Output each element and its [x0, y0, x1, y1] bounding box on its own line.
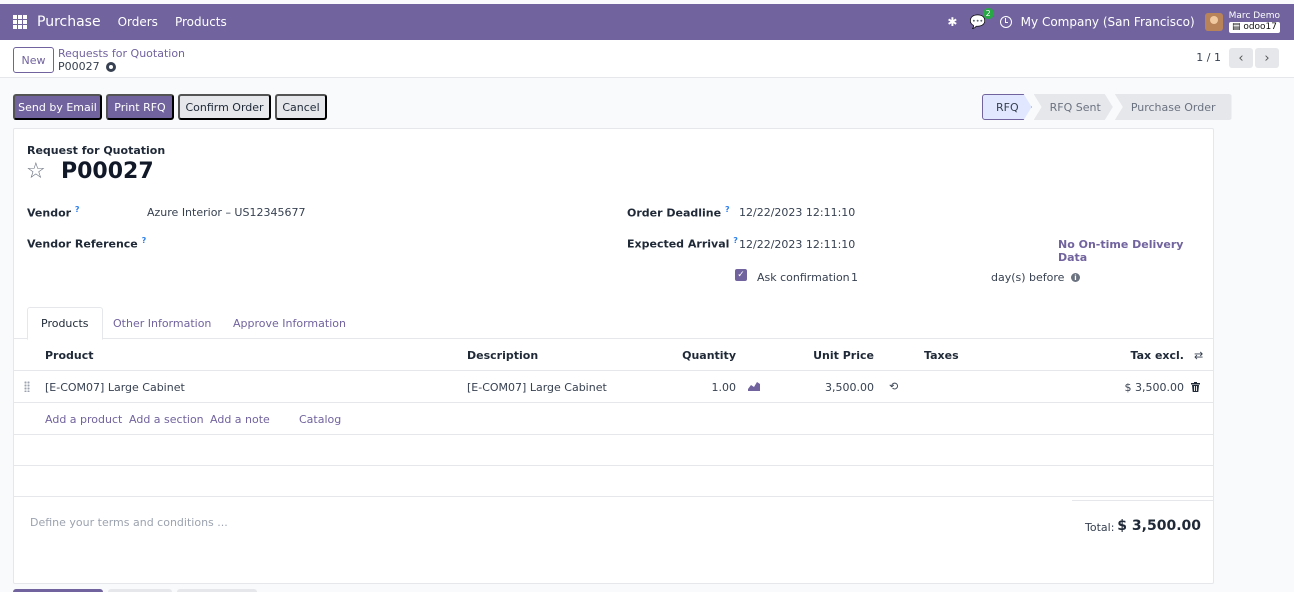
menu-orders[interactable]: Orders	[118, 15, 158, 29]
empty-row	[14, 435, 1213, 466]
row-subtotal: $ 3,500.00	[1124, 381, 1184, 394]
total-label: Total:	[1085, 521, 1115, 534]
chat-bubbles-icon[interactable]: 💬 2	[969, 7, 994, 30]
column-unit-price[interactable]: Unit Price	[804, 349, 874, 362]
row-unit-price[interactable]: 3,500.00	[804, 381, 874, 394]
tab-products[interactable]: Products	[27, 307, 103, 340]
form-sheet: Request for Quotation ☆ P00027 Vendor ? …	[13, 128, 1214, 584]
app-name[interactable]: Purchase	[37, 14, 101, 30]
debug-bug-icon[interactable]: ✱	[947, 15, 957, 29]
vendor-reference-label-text: Vendor Reference	[27, 237, 138, 251]
add-product-link[interactable]: Add a product	[45, 413, 122, 426]
ask-confirmation-checkbox[interactable]: ✓	[735, 269, 747, 281]
database-badge: ▤ odoo17	[1228, 22, 1280, 33]
vendor-field[interactable]: Azure Interior – US12345677	[147, 206, 305, 219]
tab-approve-information[interactable]: Approve Information	[220, 307, 359, 339]
catalog-link[interactable]: Catalog	[299, 413, 341, 426]
ask-confirmation-days-input[interactable]: 1	[851, 271, 858, 284]
help-tooltip-icon[interactable]: ?	[75, 205, 80, 214]
column-quantity[interactable]: Quantity	[674, 349, 736, 362]
add-section-link[interactable]: Add a section	[129, 413, 204, 426]
record-name: P00027	[58, 60, 100, 73]
row-product[interactable]: [E-COM07] Large Cabinet	[45, 381, 185, 394]
app-menu-grid-icon[interactable]	[13, 15, 27, 29]
action-bar: Send by Email Print RFQ Confirm Order Ca…	[0, 78, 1294, 128]
days-before-label: day(s) before	[991, 271, 1065, 284]
row-description[interactable]: [E-COM07] Large Cabinet	[467, 381, 607, 394]
send-by-email-button[interactable]: Send by Email	[13, 94, 102, 120]
drag-handle-icon[interactable]	[24, 381, 30, 392]
pager-value[interactable]: 1 / 1	[1196, 51, 1221, 64]
stage-purchase-order[interactable]: Purchase Order	[1114, 94, 1232, 120]
notebook-tabs: Products Other Information Approve Infor…	[14, 307, 1213, 340]
control-panel: New Requests for Quotation P00027 1 / 1 …	[0, 40, 1294, 78]
optional-columns-sliders-icon[interactable]: ⇄	[1194, 349, 1203, 362]
delete-trash-icon[interactable]	[1191, 382, 1200, 392]
on-time-delivery-link[interactable]: No On-time Delivery Data	[1058, 238, 1213, 264]
pager-previous-chevron-icon[interactable]: ‹	[1229, 48, 1253, 68]
breadcrumb-rfq[interactable]: Requests for Quotation	[58, 47, 185, 60]
expected-arrival-label-text: Expected Arrival	[627, 237, 730, 251]
total-value: $ 3,500.00	[1117, 518, 1201, 534]
priority-star-icon[interactable]: ☆	[26, 159, 46, 184]
forecast-chart-icon[interactable]	[748, 381, 760, 391]
help-tooltip-icon[interactable]: ?	[733, 236, 738, 245]
confirm-order-button[interactable]: Confirm Order	[178, 94, 271, 120]
stage-rfq-sent[interactable]: RFQ Sent	[1034, 94, 1113, 120]
column-tax-excl[interactable]: Tax excl.	[1104, 349, 1184, 362]
table-row[interactable]: [E-COM07] Large Cabinet [E-COM07] Large …	[14, 371, 1213, 403]
gear-icon[interactable]	[105, 61, 116, 72]
company-switcher[interactable]: My Company (San Francisco)	[1021, 15, 1195, 29]
new-button[interactable]: New	[13, 47, 54, 73]
expected-arrival-field[interactable]: 12/22/2023 12:11:10	[739, 238, 855, 251]
top-navbar: Purchase Orders Products ✱ 💬 2 My Company…	[0, 4, 1294, 40]
column-product[interactable]: Product	[45, 349, 94, 362]
ask-confirmation-label: Ask confirmation	[757, 271, 850, 284]
column-taxes[interactable]: Taxes	[924, 349, 959, 362]
add-lines-row: Add a product Add a section Add a note C…	[14, 403, 1213, 435]
user-menu[interactable]: Marc Demo ▤ odoo17	[1229, 11, 1280, 33]
user-name: Marc Demo	[1228, 11, 1280, 21]
add-note-link[interactable]: Add a note	[210, 413, 270, 426]
order-deadline-label-text: Order Deadline	[627, 206, 722, 220]
price-history-icon[interactable]: ⟲	[889, 380, 898, 393]
status-bar: RFQ RFQ Sent Purchase Order	[982, 94, 1234, 120]
help-tooltip-icon[interactable]: ?	[725, 205, 730, 214]
order-lines-header: Product Description Quantity Unit Price …	[14, 339, 1213, 371]
print-rfq-button[interactable]: Print RFQ	[106, 94, 174, 120]
expected-arrival-label: Expected Arrival ?	[627, 236, 738, 251]
terms-conditions-field[interactable]: Define your terms and conditions ...	[30, 516, 228, 529]
chat-count-badge: 2	[982, 7, 994, 19]
stage-rfq[interactable]: RFQ	[982, 94, 1032, 120]
help-tooltip-icon[interactable]: ?	[142, 236, 147, 245]
record-title: P00027	[58, 60, 116, 73]
info-icon[interactable]: i	[1071, 273, 1080, 282]
totals-block: Total: $ 3,500.00	[1072, 500, 1213, 550]
document-type: Request for Quotation	[27, 144, 166, 157]
vendor-label: Vendor ?	[27, 205, 80, 220]
vendor-reference-label: Vendor Reference ?	[27, 236, 146, 251]
order-deadline-label: Order Deadline ?	[627, 205, 730, 220]
user-avatar[interactable]	[1204, 13, 1223, 31]
column-description[interactable]: Description	[467, 349, 538, 362]
pager-next-chevron-icon[interactable]: ›	[1255, 48, 1279, 68]
empty-row	[14, 466, 1213, 497]
menu-products[interactable]: Products	[175, 15, 227, 29]
order-deadline-field[interactable]: 12/22/2023 12:11:10	[739, 206, 855, 219]
tab-other-information[interactable]: Other Information	[100, 307, 224, 339]
database-name: odoo17	[1243, 22, 1277, 32]
vendor-label-text: Vendor	[27, 206, 72, 220]
activity-clock-icon[interactable]	[999, 16, 1012, 28]
row-quantity[interactable]: 1.00	[674, 381, 737, 394]
cancel-button[interactable]: Cancel	[275, 94, 327, 120]
document-name: P00027	[61, 159, 154, 184]
